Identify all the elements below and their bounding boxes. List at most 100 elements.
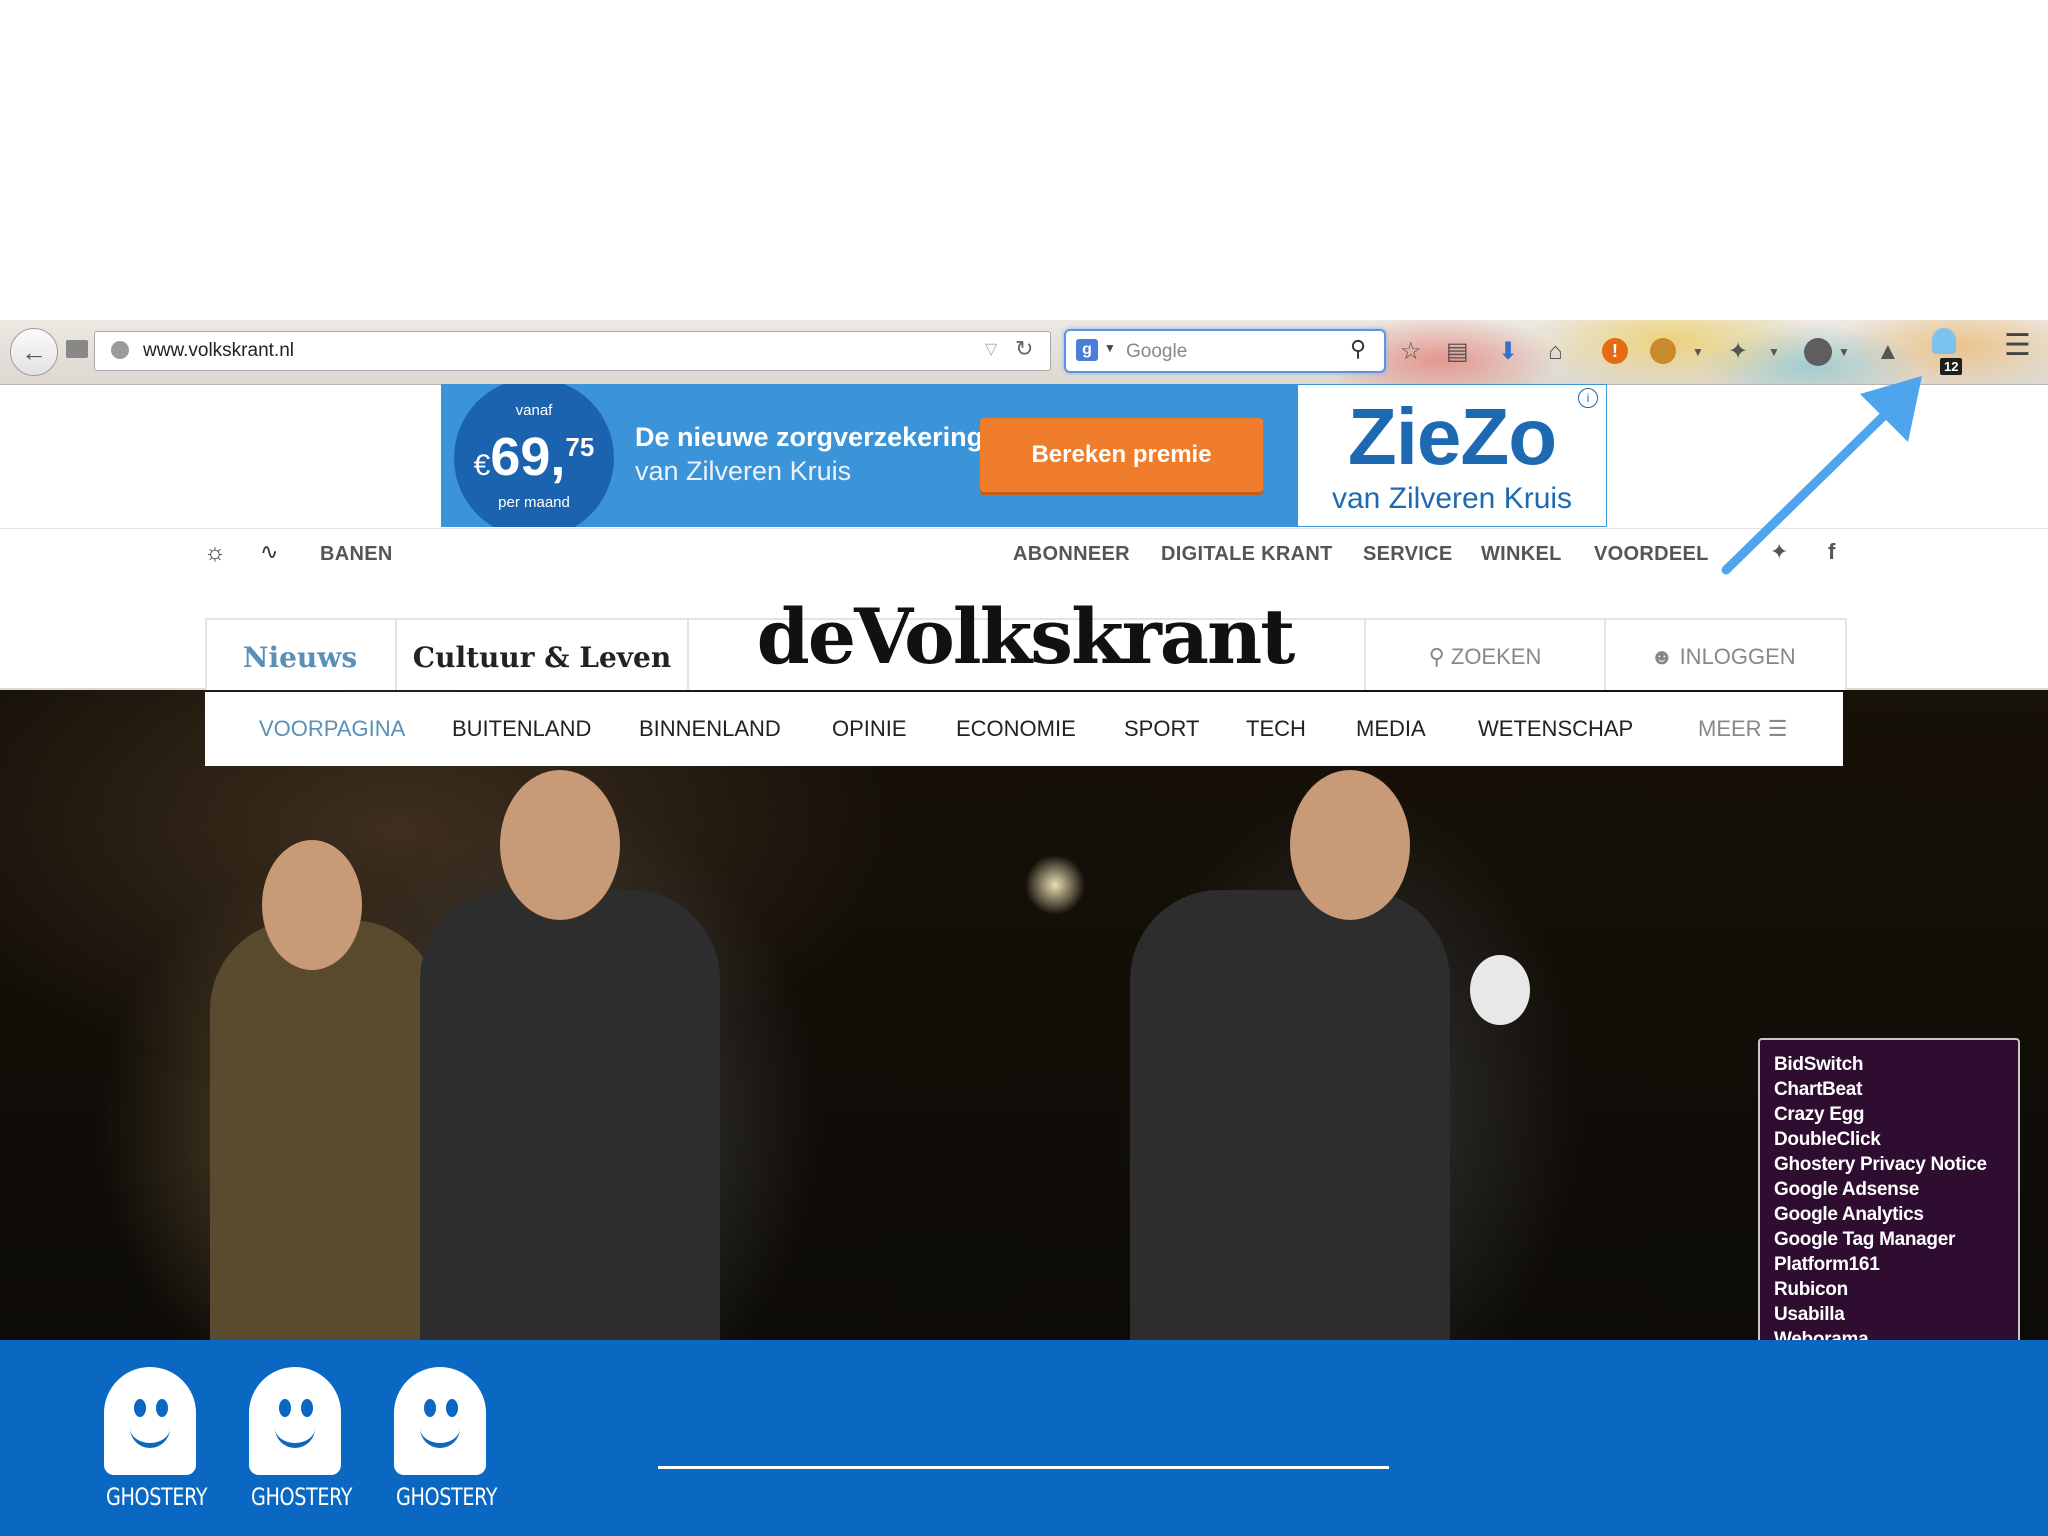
section-voorpagina[interactable]: VOORPAGINA <box>259 716 405 742</box>
ghost-icon <box>394 1367 486 1475</box>
photo-face-center <box>500 770 620 920</box>
search-input[interactable]: Google <box>1126 341 1187 363</box>
section-binnenland[interactable]: BINNENLAND <box>639 716 781 742</box>
photo-person-right <box>1130 890 1450 1340</box>
greasemonkey-icon[interactable] <box>1650 338 1676 364</box>
ad-brand-logo[interactable]: ZieZo van Zilveren Kruis <box>1297 384 1607 527</box>
ad-brand: ZieZo <box>1347 392 1557 481</box>
top-link-digitale-krant[interactable]: DIGITALE KRANT <box>1161 543 1333 566</box>
weather-icon[interactable]: ☼ <box>204 539 226 567</box>
section-sport[interactable]: SPORT <box>1124 716 1199 742</box>
top-link-banen[interactable]: BANEN <box>320 543 393 566</box>
photo-person-center <box>420 890 720 1340</box>
login-label: INLOGGEN <box>1679 644 1796 669</box>
search-icon-small: ⚲ <box>1428 644 1451 669</box>
hero-photo[interactable] <box>0 690 2048 1340</box>
photo-face-left <box>262 840 362 970</box>
slide-footer: GHOSTERY GHOSTERY GHOSTERY <box>0 1340 2048 1536</box>
tracker-item: Ghostery Privacy Notice <box>1774 1154 1987 1175</box>
menu-icon: ☰ <box>1767 716 1788 741</box>
section-buitenland[interactable]: BUITENLAND <box>452 716 591 742</box>
ad-banner[interactable]: vanaf €69,75 per maand De nieuwe zorgver… <box>441 384 1607 527</box>
ad-price-main: 69, <box>490 427 566 487</box>
ghostery-logo-2: GHOSTERY <box>240 1367 353 1517</box>
downloads-icon[interactable]: ⬇ <box>1498 338 1518 366</box>
photo-person-left <box>210 920 440 1340</box>
ghostery-tracker-list[interactable]: BidSwitch ChartBeat Crazy Egg DoubleClic… <box>1758 1038 2020 1344</box>
bookmark-star-icon[interactable]: ☆ <box>1400 338 1422 366</box>
top-link-winkel[interactable]: WINKEL <box>1481 543 1562 566</box>
site-logo[interactable]: deVolkskrant <box>680 592 1370 681</box>
ghostery-label: GHOSTERY <box>251 1483 353 1511</box>
ghost-icon <box>104 1367 196 1475</box>
tracker-list: BidSwitch ChartBeat Crazy Egg DoubleClic… <box>1760 1040 2018 1342</box>
ad-brand-sub: van Zilveren Kruis <box>1331 482 1573 515</box>
reading-list-icon[interactable]: ▤ <box>1446 338 1469 366</box>
ghostery-toolbar-icon[interactable] <box>1932 328 1956 354</box>
ad-currency: € <box>473 449 491 482</box>
ad-headline-line1: De nieuwe zorgverzekering <box>635 422 984 452</box>
top-link-voordeel[interactable]: VOORDEEL <box>1594 543 1709 566</box>
google-engine-icon[interactable]: g <box>1076 339 1098 361</box>
ad-price-badge: vanaf €69,75 per maand <box>454 384 614 527</box>
home-icon[interactable]: ⌂ <box>1548 338 1563 366</box>
tracker-item: Crazy Egg <box>1774 1104 1865 1125</box>
section-more-button[interactable]: MEER ☰ <box>1698 716 1787 742</box>
tracker-item: DoubleClick <box>1774 1129 1881 1150</box>
ad-headline-line2: van Zilveren Kruis <box>635 456 852 486</box>
search-label: ZOEKEN <box>1450 644 1542 669</box>
photo-face-right <box>1290 770 1410 920</box>
hamburger-menu-icon[interactable]: ☰ <box>2004 331 2031 361</box>
alert-extension-icon[interactable]: ! <box>1602 338 1628 364</box>
tracker-item: Rubicon <box>1774 1279 1848 1300</box>
tracker-item: ChartBeat <box>1774 1079 1863 1100</box>
masthead: Nieuws Cultuur & Leven deVolkskrant ⚲ ZO… <box>0 578 2048 692</box>
globe-icon <box>111 341 129 359</box>
top-link-abonneer[interactable]: ABONNEER <box>1013 543 1130 566</box>
footer-divider-line <box>658 1466 1389 1469</box>
login-button[interactable]: ☻ INLOGGEN <box>1604 618 1842 690</box>
tracker-item: Google Analytics <box>1774 1204 1924 1225</box>
search-bar[interactable]: g ▼ Google ⚲ <box>1064 329 1386 373</box>
ad-price-cents: 75 <box>565 432 595 462</box>
search-icon[interactable]: ⚲ <box>1350 336 1366 362</box>
more-label: MEER <box>1698 716 1762 741</box>
ad-from-label: vanaf <box>515 402 553 419</box>
tab-nieuws[interactable]: Nieuws <box>205 618 397 690</box>
tracker-item: Google Adsense <box>1774 1179 1920 1200</box>
search-button[interactable]: ⚲ ZOEKEN <box>1364 618 1606 690</box>
tracker-item: BidSwitch <box>1774 1054 1864 1075</box>
ad-price: €69,75 <box>454 419 614 494</box>
url-text: www.volkskrant.nl <box>143 340 294 361</box>
ghostery-label: GHOSTERY <box>396 1483 498 1511</box>
section-media[interactable]: MEDIA <box>1356 716 1426 742</box>
tracker-item: Usabilla <box>1774 1304 1845 1325</box>
ad-cta-button[interactable]: Bereken premie <box>980 418 1263 492</box>
photo-microphone <box>1470 955 1530 1025</box>
section-nav: VOORPAGINA BUITENLAND BINNENLAND OPINIE … <box>205 692 1843 766</box>
tab-groups-icon[interactable] <box>66 340 88 358</box>
ghostery-label: GHOSTERY <box>106 1483 208 1511</box>
ghost-icon <box>249 1367 341 1475</box>
markets-icon[interactable]: ∿ <box>260 539 278 565</box>
section-opinie[interactable]: OPINIE <box>832 716 907 742</box>
section-economie[interactable]: ECONOMIE <box>956 716 1076 742</box>
ghostery-logo-1: GHOSTERY <box>95 1367 208 1517</box>
top-link-service[interactable]: SERVICE <box>1363 543 1453 566</box>
engine-dropdown-icon[interactable]: ▼ <box>1104 341 1116 355</box>
back-button[interactable]: ← <box>10 328 58 376</box>
section-wetenschap[interactable]: WETENSCHAP <box>1478 716 1633 742</box>
tab-cultuur-leven[interactable]: Cultuur & Leven <box>397 618 689 690</box>
reload-icon[interactable]: ↻ <box>1015 336 1033 362</box>
user-icon: ☻ <box>1650 644 1680 669</box>
tracker-item: Google Tag Manager <box>1774 1229 1956 1250</box>
ad-info-icon[interactable]: i <box>1578 388 1598 408</box>
ghostery-logo-3: GHOSTERY <box>385 1367 498 1517</box>
ghostery-tracker-count-badge: 12 <box>1940 358 1963 375</box>
section-tech[interactable]: TECH <box>1246 716 1306 742</box>
history-dropdown-icon[interactable]: ▽ <box>985 339 997 359</box>
annotation-arrow <box>1721 376 1922 575</box>
ad-per-month: per maand <box>498 494 570 511</box>
tracker-item: Platform161 <box>1774 1254 1880 1275</box>
url-bar[interactable]: www.volkskrant.nl ▽ ↻ <box>94 331 1051 371</box>
